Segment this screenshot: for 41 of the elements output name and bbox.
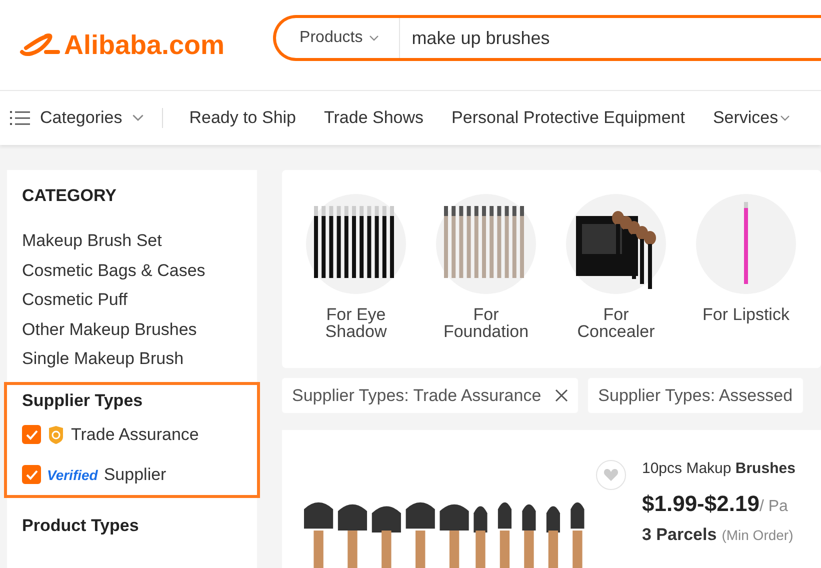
subcategory-link[interactable]: For Foundation [436, 194, 536, 368]
checkmark-icon [26, 470, 38, 480]
filter-chip[interactable]: Supplier Types: Assessed [588, 378, 803, 413]
checkmark-icon [26, 430, 38, 440]
section-title: CATEGORY [21, 186, 118, 206]
filter-chip[interactable]: Supplier Types: Trade Assurance [282, 378, 578, 413]
checkbox[interactable] [22, 465, 41, 484]
logo-mark-icon [18, 32, 60, 58]
chevron-down-icon [368, 35, 379, 41]
nav-link[interactable]: Trade Shows [324, 108, 424, 128]
heart-icon [603, 468, 619, 482]
price-unit: / Pa [759, 498, 788, 516]
section-title: Supplier Types [22, 390, 144, 410]
min-order-quantity: 3 Parcels [642, 525, 717, 545]
section-title: Product Types [21, 516, 140, 536]
subcategory-link[interactable]: For Lipstick [696, 194, 796, 368]
category-link[interactable]: Makeup Brush Set [7, 226, 257, 256]
subcategory-link[interactable]: For Concealer [566, 194, 666, 368]
verified-label: Verified [47, 466, 98, 482]
favorite-button[interactable] [596, 460, 626, 490]
close-icon[interactable] [555, 389, 568, 402]
chevron-down-icon [132, 114, 144, 122]
category-link[interactable]: Single Makeup Brush [7, 344, 257, 374]
menu-icon [10, 111, 30, 125]
nav-link[interactable]: Personal Protective Equipment [452, 108, 685, 128]
product-price: $1.99-$2.19 [642, 491, 760, 517]
search-field[interactable]: Products make up brushes [272, 15, 821, 61]
min-order-label: (Min Order) [722, 527, 794, 543]
checkbox[interactable] [22, 425, 41, 444]
category-link[interactable]: Other Makeup Brushes [7, 314, 257, 344]
category-link[interactable]: Cosmetic Bags & Cases [7, 256, 257, 285]
product-title[interactable]: 10pcs Makup Brushes [642, 460, 796, 477]
chevron-down-icon [780, 115, 790, 121]
checkbox-label: Trade Assurance [71, 424, 199, 444]
subcategory-link[interactable]: For Eye Shadow [306, 194, 406, 368]
categories-menu[interactable]: Categories [10, 108, 164, 128]
nav-link[interactable]: Ready to Ship [189, 108, 296, 128]
nav-link[interactable]: Services [712, 108, 790, 128]
category-link[interactable]: Cosmetic Puff [7, 285, 257, 314]
checkbox-label: Supplier [104, 464, 166, 484]
search-scope-dropdown[interactable]: Products [276, 18, 400, 58]
